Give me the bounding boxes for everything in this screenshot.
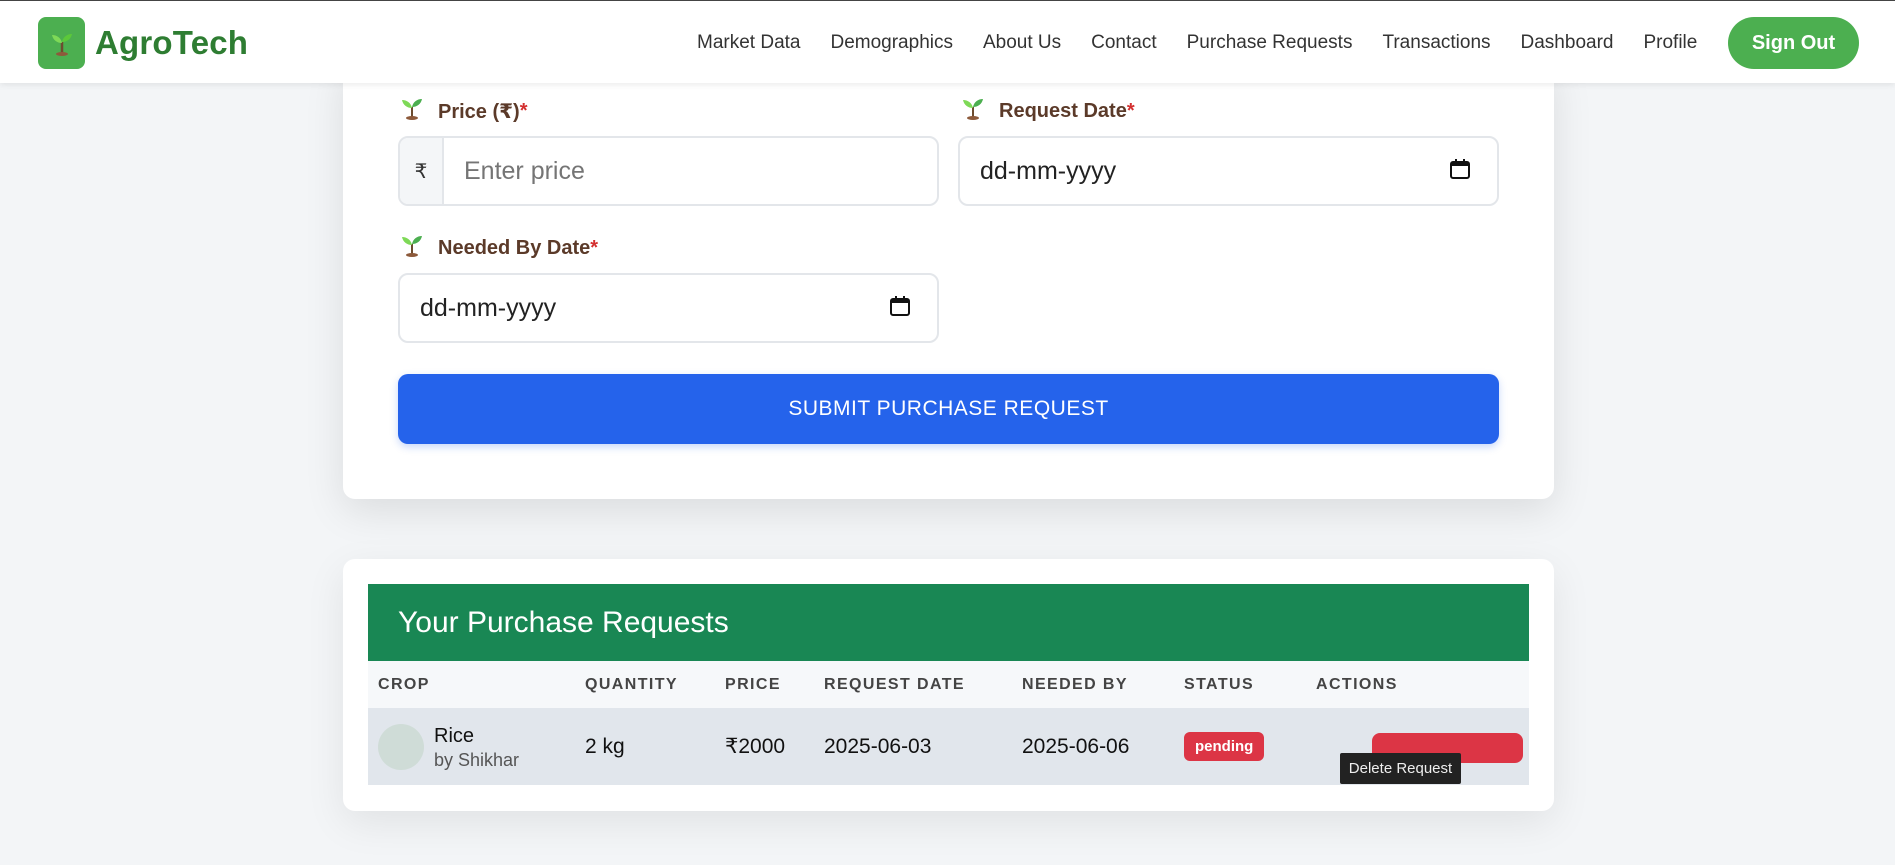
sprout-icon [400, 96, 424, 126]
column-header-crop: CROP [378, 675, 430, 693]
purchase-request-form: Price (₹) * Request Date * ₹ Enter price… [343, 60, 1554, 499]
brand-name: AgroTech [95, 24, 249, 61]
request-date-cell: 2025-06-03 [824, 734, 932, 758]
calendar-icon[interactable] [889, 295, 911, 322]
currency-prefix: ₹ [400, 138, 444, 204]
crop-avatar [378, 723, 424, 770]
column-header-actions: ACTIONS [1316, 675, 1398, 693]
sprout-icon [400, 233, 424, 263]
price-placeholder[interactable]: Enter price [444, 157, 937, 186]
nav-links: Market Data Demographics About Us Contac… [697, 1, 1727, 84]
delete-request-tooltip: Delete Request [1340, 753, 1461, 784]
top-navbar: AgroTech Market Data Demographics About … [0, 0, 1895, 83]
nav-link-profile[interactable]: Profile [1643, 32, 1697, 54]
column-header-quantity: QUANTITY [585, 675, 678, 693]
nav-link-contact[interactable]: Contact [1091, 32, 1156, 54]
sprout-icon [961, 96, 985, 126]
nav-link-about-us[interactable]: About Us [983, 32, 1061, 54]
column-header-price: PRICE [725, 675, 781, 693]
nav-link-demographics[interactable]: Demographics [830, 32, 953, 54]
column-header-status: STATUS [1184, 675, 1255, 693]
brand[interactable]: AgroTech [38, 17, 248, 69]
needed-by-label-text: Needed By Date [438, 236, 591, 259]
table-header-row: CROP QUANTITY PRICE REQUEST DATE NEEDED … [368, 661, 1529, 708]
price-label-text: Price (₹) [438, 100, 520, 123]
purchase-requests-title: Your Purchase Requests [368, 584, 1529, 661]
calendar-icon[interactable] [1449, 158, 1471, 185]
column-header-needed-by: NEEDED BY [1022, 675, 1128, 693]
crop-name: Rice [434, 724, 475, 747]
request-date-label: Request Date * [961, 96, 1135, 126]
status-cell: pending [1184, 708, 1265, 785]
request-date-label-text: Request Date [999, 99, 1127, 122]
request-date-input[interactable]: dd-mm-yyyy [958, 136, 1499, 206]
crop-cell: Rice by Shikhar [378, 708, 519, 785]
status-badge: pending [1184, 732, 1265, 761]
price-cell: ₹2000 [725, 735, 786, 758]
nav-link-purchase-requests[interactable]: Purchase Requests [1187, 32, 1353, 54]
sprout-logo-icon [38, 17, 85, 69]
nav-link-dashboard[interactable]: Dashboard [1521, 32, 1614, 54]
sign-out-button[interactable]: Sign Out [1728, 17, 1859, 69]
needed-by-value[interactable]: dd-mm-yyyy [400, 294, 889, 323]
submit-purchase-request-button[interactable]: SUBMIT PURCHASE REQUEST [398, 374, 1499, 444]
crop-seller: by Shikhar [434, 749, 520, 770]
required-marker: * [1126, 99, 1135, 122]
nav-link-market-data[interactable]: Market Data [697, 32, 800, 54]
needed-by-label: Needed By Date * [400, 233, 598, 263]
required-marker: * [590, 236, 599, 259]
column-header-request-date: REQUEST DATE [824, 675, 965, 693]
request-date-value[interactable]: dd-mm-yyyy [960, 157, 1449, 186]
price-input[interactable]: ₹ Enter price [398, 136, 939, 206]
quantity-cell: 2 kg [585, 734, 625, 758]
required-marker: * [519, 99, 528, 122]
needed-by-input[interactable]: dd-mm-yyyy [398, 273, 939, 343]
price-label: Price (₹) * [400, 96, 528, 126]
needed-by-cell: 2025-06-06 [1022, 734, 1130, 758]
nav-link-transactions[interactable]: Transactions [1382, 32, 1490, 54]
